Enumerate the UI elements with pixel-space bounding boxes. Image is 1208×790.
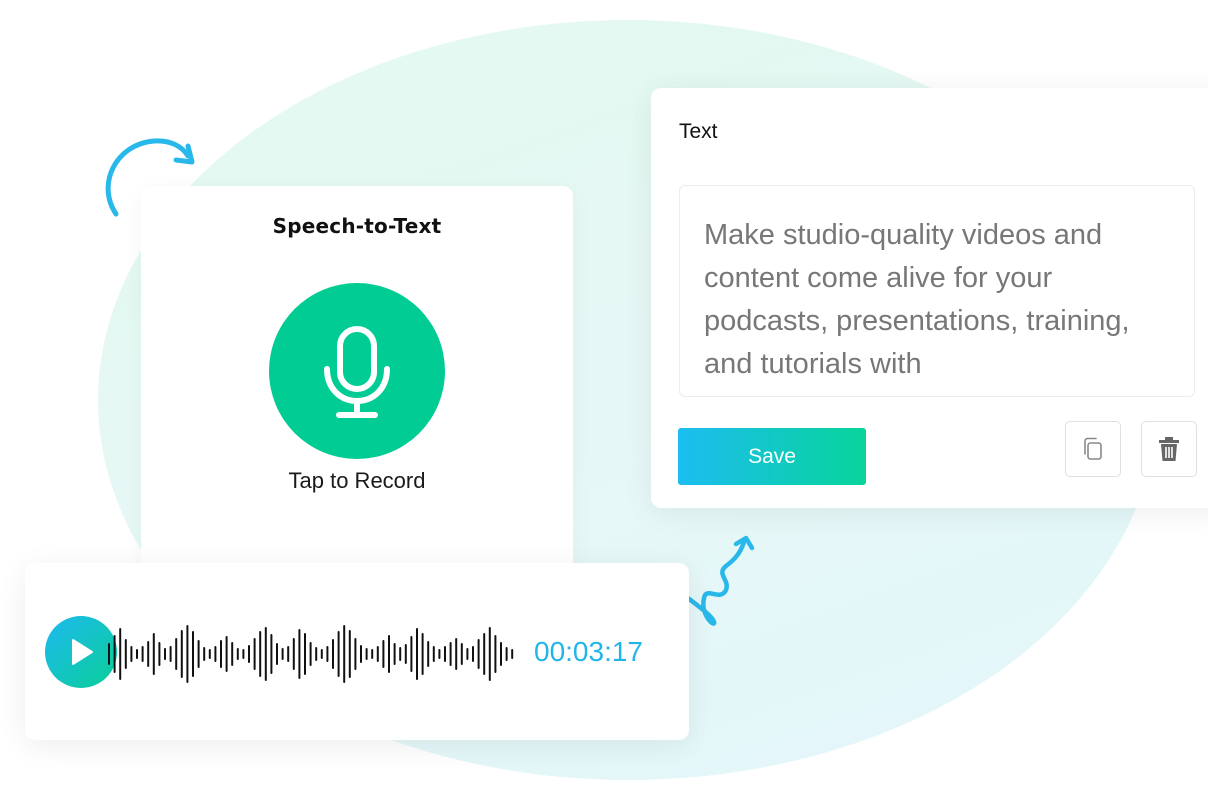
save-button[interactable]: Save [678,428,866,485]
audio-waveform[interactable] [105,619,515,689]
text-output-card: Text Make studio-quality videos and cont… [651,88,1208,508]
record-button[interactable] [269,283,445,459]
speech-card-title: Speech-to-Text [272,214,442,238]
trash-icon [1159,437,1179,461]
microphone-icon [324,326,390,418]
speech-to-text-card: Speech-to-Text Tap to Record [141,186,573,586]
transcript-textarea[interactable]: Make studio-quality videos and content c… [679,185,1195,397]
copy-icon [1084,437,1102,460]
play-icon [72,639,93,665]
tap-to-record-label: Tap to Record [288,468,426,493]
text-panel-heading: Text [679,120,718,143]
copy-button[interactable] [1065,421,1121,477]
playback-time: 00:03:17 [534,636,643,667]
audio-player-card: 00:03:17 [25,563,689,740]
delete-button[interactable] [1141,421,1197,477]
